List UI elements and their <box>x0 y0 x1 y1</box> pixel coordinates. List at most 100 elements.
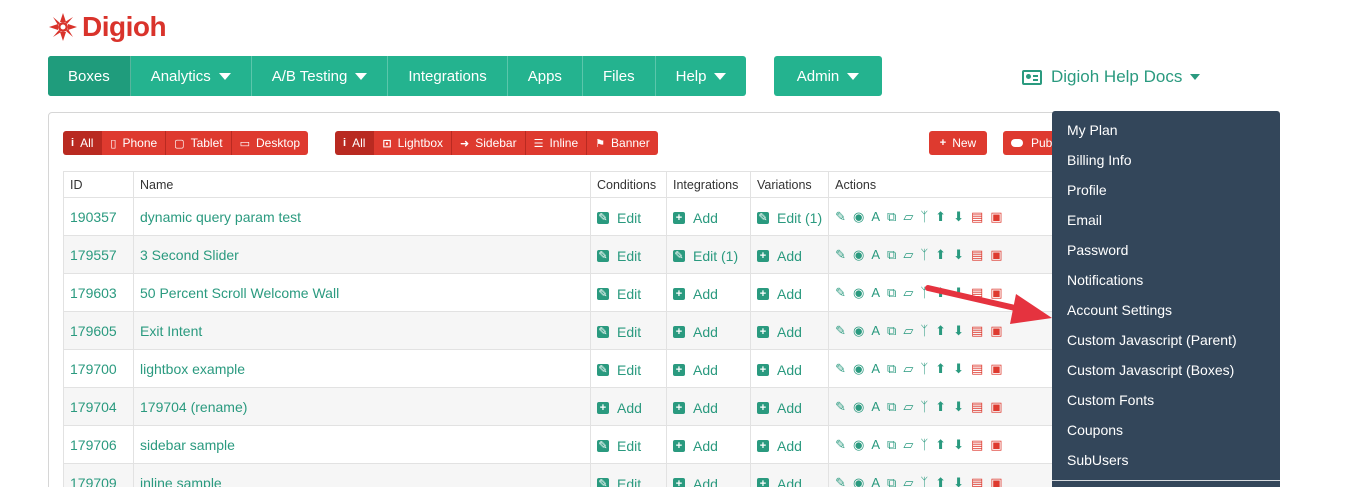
copy-icon[interactable]: ⧉ <box>887 209 896 225</box>
admin-menu-item-profile[interactable]: Profile <box>1052 175 1280 205</box>
down-circle-icon[interactable]: ⬇ <box>953 399 964 415</box>
box-name-link[interactable]: lightbox example <box>133 349 591 388</box>
copy-icon[interactable]: ⧉ <box>887 285 896 301</box>
box-name-link[interactable]: Exit Intent <box>133 311 591 350</box>
pdf-icon[interactable]: ▤ <box>971 361 983 377</box>
folder-icon[interactable]: ▱ <box>903 361 913 377</box>
eye-icon[interactable]: ◉ <box>853 247 864 263</box>
folder-icon[interactable]: ▱ <box>903 209 913 225</box>
variations-add-link[interactable]: + Add <box>757 324 802 340</box>
folder-icon[interactable]: ▱ <box>903 285 913 301</box>
admin-menu-item-billing-info[interactable]: Billing Info <box>1052 145 1280 175</box>
nav-help[interactable]: Help <box>656 56 747 96</box>
edit-icon[interactable]: ✎ <box>835 323 846 339</box>
box-name-link[interactable]: sidebar sample <box>133 425 591 464</box>
eye-icon[interactable]: ◉ <box>853 323 864 339</box>
filter-desktop[interactable]: ▭ Desktop <box>231 131 309 155</box>
down-circle-icon[interactable]: ⬇ <box>953 437 964 453</box>
copy-icon[interactable]: ⧉ <box>887 247 896 263</box>
box-name-link[interactable]: dynamic query param test <box>133 197 591 236</box>
edit-icon[interactable]: ✎ <box>835 247 846 263</box>
pdf-icon[interactable]: ▤ <box>971 247 983 263</box>
eye-icon[interactable]: ◉ <box>853 285 864 301</box>
conditions-add-link[interactable]: + Add <box>597 400 642 416</box>
nav-boxes[interactable]: Boxes <box>48 56 131 96</box>
publish-button[interactable]: Pub <box>1003 131 1057 155</box>
edit-icon[interactable]: ✎ <box>835 437 846 453</box>
down-circle-icon[interactable]: ⬇ <box>953 209 964 225</box>
nav-ab-testing[interactable]: A/B Testing <box>252 56 389 96</box>
variations-add-link[interactable]: + Add <box>757 362 802 378</box>
branch-icon[interactable]: ᛉ <box>920 361 928 376</box>
box-name-link[interactable]: inline sample <box>133 463 591 487</box>
help-docs-link[interactable]: Digioh Help Docs <box>1022 67 1201 87</box>
branch-icon[interactable]: ᛉ <box>920 437 928 452</box>
box-id[interactable]: 179709 <box>63 463 134 487</box>
folder-icon[interactable]: ▱ <box>903 437 913 453</box>
conditions-edit-link[interactable]: ✎ Edit <box>597 324 641 340</box>
edit-icon[interactable]: ✎ <box>835 399 846 415</box>
filter-type-all[interactable]: i All <box>335 131 375 155</box>
image-icon[interactable]: ▣ <box>990 437 1002 453</box>
image-icon[interactable]: ▣ <box>990 475 1002 487</box>
integrations-add-link[interactable]: + Add <box>673 476 718 487</box>
edit-icon[interactable]: ✎ <box>835 361 846 377</box>
box-id[interactable]: 179700 <box>63 349 134 388</box>
conditions-edit-link[interactable]: ✎ Edit <box>597 286 641 302</box>
pdf-icon[interactable]: ▤ <box>971 437 983 453</box>
conditions-edit-link[interactable]: ✎ Edit <box>597 438 641 454</box>
box-id[interactable]: 179557 <box>63 235 134 274</box>
box-id[interactable]: 179706 <box>63 425 134 464</box>
copy-icon[interactable]: ⧉ <box>887 437 896 453</box>
admin-menu-item-my-plan[interactable]: My Plan <box>1052 115 1280 145</box>
folder-icon[interactable]: ▱ <box>903 247 913 263</box>
admin-menu-item-email[interactable]: Email <box>1052 205 1280 235</box>
integrations-add-link[interactable]: + Add <box>673 286 718 302</box>
admin-menu-item-custom-javascript-parent[interactable]: Custom Javascript (Parent) <box>1052 325 1280 355</box>
admin-menu-item-coupons[interactable]: Coupons <box>1052 415 1280 445</box>
copy-icon[interactable]: ⧉ <box>887 361 896 377</box>
header-name[interactable]: Name <box>133 171 591 198</box>
variations-add-link[interactable]: + Add <box>757 286 802 302</box>
integrations-add-link[interactable]: + Add <box>673 400 718 416</box>
font-icon[interactable]: A <box>871 323 880 338</box>
integrations-add-link[interactable]: + Add <box>673 362 718 378</box>
variations-add-link[interactable]: + Add <box>757 476 802 487</box>
image-icon[interactable]: ▣ <box>990 399 1002 415</box>
filter-banner[interactable]: ⚑ Banner <box>587 131 658 155</box>
filter-inline[interactable]: ☰ Inline <box>525 131 588 155</box>
eye-icon[interactable]: ◉ <box>853 361 864 377</box>
nav-files[interactable]: Files <box>583 56 656 96</box>
admin-menu-item-subusers[interactable]: SubUsers <box>1052 445 1280 475</box>
admin-menu-item-custom-fonts[interactable]: Custom Fonts <box>1052 385 1280 415</box>
filter-sidebar[interactable]: ➜ Sidebar <box>452 131 526 155</box>
filter-lightbox[interactable]: ⊡ Lightbox <box>374 131 452 155</box>
font-icon[interactable]: A <box>871 247 880 262</box>
variations-add-link[interactable]: + Add <box>757 248 802 264</box>
eye-icon[interactable]: ◉ <box>853 209 864 225</box>
conditions-edit-link[interactable]: ✎ Edit <box>597 476 641 487</box>
font-icon[interactable]: A <box>871 209 880 224</box>
down-circle-icon[interactable]: ⬇ <box>953 475 964 487</box>
branch-icon[interactable]: ᛉ <box>920 399 928 414</box>
nav-admin[interactable]: Admin <box>774 56 882 96</box>
font-icon[interactable]: A <box>871 437 880 452</box>
eye-icon[interactable]: ◉ <box>853 399 864 415</box>
integrations-add-link[interactable]: + Add <box>673 324 718 340</box>
variations-edit-link[interactable]: ✎ Edit (1) <box>757 210 822 226</box>
admin-menu-item-password[interactable]: Password <box>1052 235 1280 265</box>
box-id[interactable]: 179603 <box>63 273 134 312</box>
box-name-link[interactable]: 179704 (rename) <box>133 387 591 426</box>
font-icon[interactable]: A <box>871 361 880 376</box>
copy-icon[interactable]: ⧉ <box>887 399 896 415</box>
eye-icon[interactable]: ◉ <box>853 437 864 453</box>
font-icon[interactable]: A <box>871 475 880 487</box>
image-icon[interactable]: ▣ <box>990 361 1002 377</box>
font-icon[interactable]: A <box>871 285 880 300</box>
up-circle-icon[interactable]: ⬆ <box>935 209 946 225</box>
eye-icon[interactable]: ◉ <box>853 475 864 487</box>
folder-icon[interactable]: ▱ <box>903 323 913 339</box>
image-icon[interactable]: ▣ <box>990 247 1002 263</box>
conditions-edit-link[interactable]: ✎ Edit <box>597 210 641 226</box>
box-name-link[interactable]: 50 Percent Scroll Welcome Wall <box>133 273 591 312</box>
